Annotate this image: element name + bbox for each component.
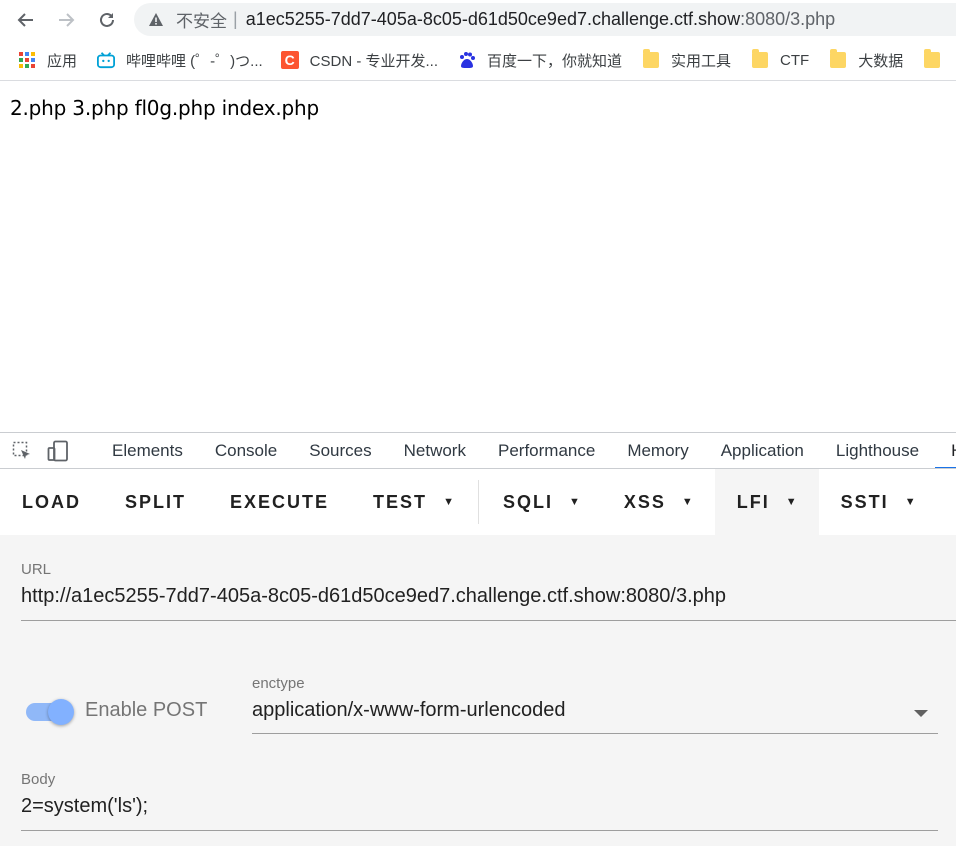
tab-elements[interactable]: Elements [96, 433, 199, 468]
browser-toolbar: 不安全 | a1ec5255-7dd7-405a-8c05-d61d50ce9e… [0, 0, 956, 40]
folder-icon [829, 49, 847, 69]
url-field[interactable]: http://a1ec5255-7dd7-405a-8c05-d61d50ce9… [21, 585, 726, 608]
xss-label: XSS [623, 491, 666, 512]
tab-sources[interactable]: Sources [293, 433, 387, 468]
bookmark-label: 百度一下，你就知道 [487, 52, 623, 70]
bookmark-label: CTF [780, 51, 810, 69]
bookmark-label: 实用工具 [671, 52, 732, 70]
bookmark-label: 哔哩哔哩 (゜-゜)つ... [126, 52, 263, 70]
tab-memory[interactable]: Memory [611, 433, 704, 468]
folder-icon [751, 49, 769, 69]
bookmark-bilibili[interactable]: 哔哩哔哩 (゜-゜)つ... [97, 50, 263, 71]
test-label: TEST [373, 491, 428, 512]
tab-network[interactable]: Network [388, 433, 482, 468]
lfi-menu-button[interactable]: LFI ▼ [714, 469, 819, 535]
caret-down-icon: ▼ [443, 496, 454, 508]
enctype-select[interactable]: application/x-www-form-urlencoded [252, 699, 565, 722]
execute-button[interactable]: EXECUTE [208, 469, 351, 535]
baidu-icon [458, 51, 476, 69]
toggle-knob [48, 699, 74, 725]
tab-application[interactable]: Application [705, 433, 820, 468]
bookmark-label: 大数据 [858, 52, 904, 70]
tab-lighthouse[interactable]: Lighthouse [820, 433, 935, 468]
apps-grid-icon [18, 51, 36, 69]
bookmark-baidu[interactable]: 百度一下，你就知道 [458, 50, 622, 71]
caret-down-icon: ▼ [568, 496, 580, 508]
dropdown-arrow-icon[interactable] [914, 710, 928, 717]
page-output-text: 2.php 3.php fl0g.php index.php [10, 96, 319, 120]
enable-post-label: Enable POST [85, 699, 208, 721]
bookmark-label: 应用 [47, 52, 78, 70]
url-field-label: URL [21, 561, 52, 578]
enctype-underline [252, 733, 938, 734]
hackbar-toolbar: LOAD SPLIT EXECUTE TEST ▼ SQLI ▼ XSS ▼ L… [0, 469, 956, 535]
devtools-panel: Elements Console Sources Network Perform… [0, 432, 956, 846]
forward-button[interactable] [52, 6, 80, 34]
load-button[interactable]: LOAD [0, 469, 103, 535]
bookmarks-bar: 应用 哔哩哔哩 (゜-゜)つ... C CSDN - 专业开发... 百度一下，… [0, 40, 956, 81]
bookmark-folder-bigdata[interactable]: 大数据 [829, 49, 904, 71]
xss-menu-button[interactable]: XSS ▼ [602, 469, 715, 535]
insecure-label: 不安全 [176, 12, 227, 31]
sqli-menu-button[interactable]: SQLI ▼ [481, 469, 602, 535]
split-button[interactable]: SPLIT [103, 469, 208, 535]
forward-arrow-icon [59, 13, 75, 27]
warning-icon[interactable] [148, 12, 168, 28]
bookmark-folder-tools[interactable]: 实用工具 [642, 49, 732, 71]
bookmark-apps[interactable]: 应用 [18, 50, 77, 71]
devtools-tabbar: Elements Console Sources Network Perform… [0, 433, 956, 469]
tab-console[interactable]: Console [199, 433, 293, 468]
lfi-label: LFI [736, 491, 770, 512]
url-field-underline [21, 620, 956, 621]
page-viewport: 2.php 3.php fl0g.php index.php [0, 82, 956, 432]
inspect-element-icon[interactable] [10, 439, 34, 463]
device-toolbar-icon[interactable] [46, 439, 70, 463]
body-field[interactable]: 2=system('ls'); [21, 795, 148, 818]
caret-down-icon: ▼ [681, 496, 693, 508]
ssti-menu-button[interactable]: SSTI ▼ [819, 469, 938, 535]
enable-post-toggle[interactable] [24, 699, 76, 725]
body-field-label: Body [21, 771, 56, 788]
bookmark-folder-more[interactable] [923, 49, 952, 69]
body-field-underline [21, 830, 938, 831]
reload-button[interactable] [93, 6, 121, 34]
url-host: a1ec5255-7dd7-405a-8c05-d61d50ce9ed7.cha… [245, 9, 741, 29]
bookmark-label: CSDN - 专业开发... [309, 52, 439, 70]
enctype-label: enctype [252, 675, 305, 692]
tab-hackbar[interactable]: Hac [935, 433, 956, 468]
caret-down-icon: ▼ [904, 496, 916, 508]
reload-icon [100, 12, 114, 27]
folder-icon [923, 49, 941, 69]
address-bar[interactable]: 不安全 | a1ec5255-7dd7-405a-8c05-d61d50ce9e… [134, 3, 956, 36]
sqli-label: SQLI [502, 491, 553, 512]
bilibili-icon [97, 51, 116, 69]
bookmark-folder-ctf[interactable]: CTF [751, 49, 810, 69]
caret-down-icon: ▼ [785, 496, 797, 508]
ssti-label: SSTI [840, 491, 889, 512]
test-menu-button[interactable]: TEST ▼ [351, 469, 476, 535]
back-arrow-icon [17, 13, 33, 27]
tab-performance[interactable]: Performance [482, 433, 611, 468]
address-separator: | [233, 9, 238, 29]
folder-icon [642, 49, 660, 69]
back-button[interactable] [12, 6, 40, 34]
bookmark-csdn[interactable]: C CSDN - 专业开发... [280, 50, 439, 71]
url-path: :8080/3.php [740, 9, 836, 29]
toolbar-separator [477, 480, 479, 524]
hackbar-form: URL http://a1ec5255-7dd7-405a-8c05-d61d5… [0, 535, 956, 846]
csdn-icon: C [280, 51, 299, 69]
